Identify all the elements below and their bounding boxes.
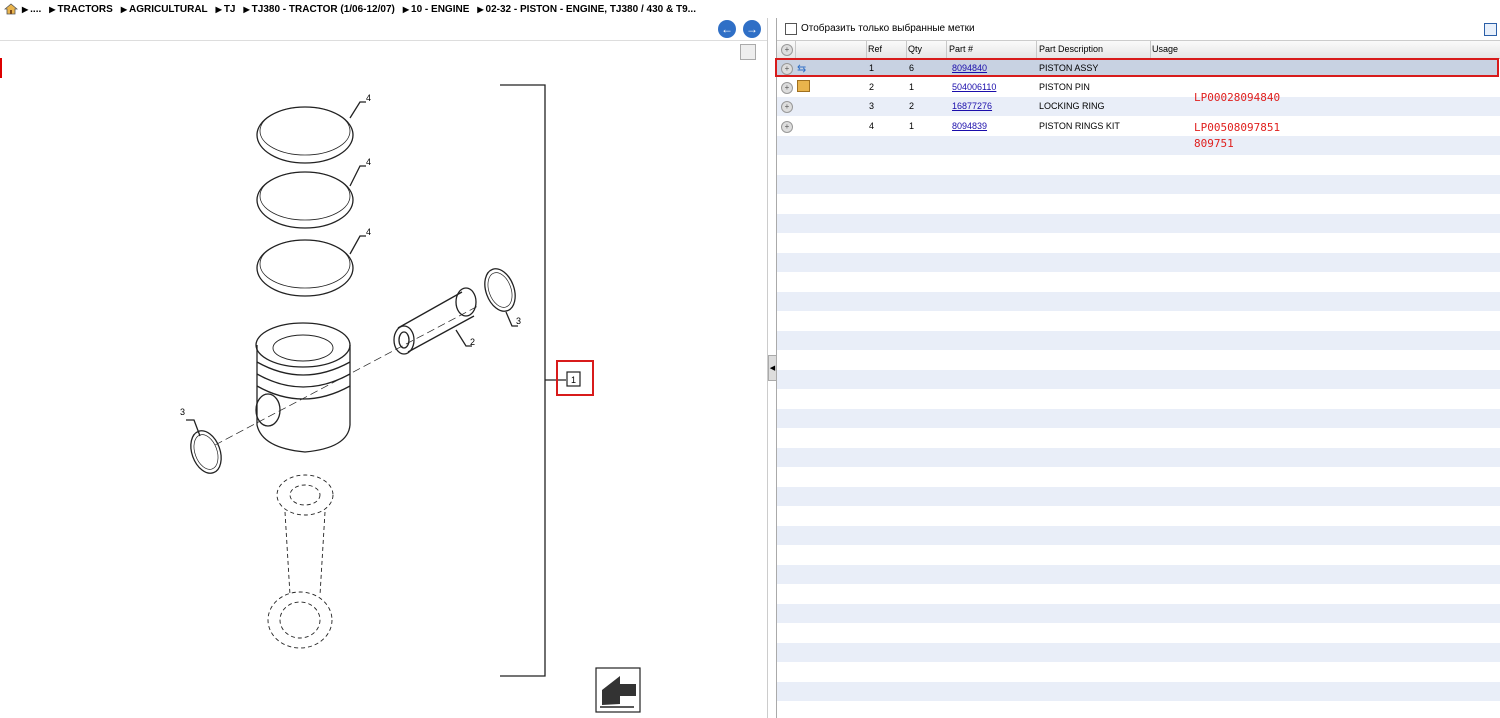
diagram-panel: ← → 4 4 4 3 2 3 1 — [0, 18, 768, 718]
table-header: + Ref Qty Part # Part Description Usage — [777, 40, 1500, 59]
cell-description: PISTON RINGS KIT — [1039, 121, 1120, 131]
breadcrumb: ▶.... ▶ TRACTORS ▶ AGRICULTURAL ▶ TJ ▶ TJ380… — [0, 0, 1500, 18]
callout-label: 3 — [180, 407, 185, 417]
linked-part-icon: ⇆ — [797, 63, 807, 75]
breadcrumb-item[interactable]: ▶ 10 - ENGINE — [403, 4, 470, 15]
cell-qty: 2 — [909, 101, 915, 111]
expand-row-icon[interactable]: + — [781, 63, 793, 75]
locking-ring — [484, 268, 516, 312]
callout-label: 4 — [366, 93, 371, 103]
cell-description: PISTON ASSY — [1039, 63, 1099, 73]
table-row[interactable]: + 4 1 8094839 PISTON RINGS KIT — [777, 117, 1500, 136]
breadcrumb-item[interactable]: ▶ TRACTORS — [49, 4, 113, 15]
callout-label: 4 — [366, 227, 371, 237]
grid-settings-icon[interactable] — [1484, 23, 1497, 36]
cell-ref: 1 — [869, 63, 875, 73]
column-header-usage[interactable]: Usage — [1152, 44, 1178, 54]
home-icon[interactable] — [4, 3, 18, 15]
exploded-diagram: 4 4 4 3 2 3 1 — [180, 84, 641, 713]
breadcrumb-item[interactable]: ▶.... — [22, 4, 41, 15]
return-arrow-icon — [595, 667, 641, 713]
filter-checkbox[interactable] — [785, 22, 797, 35]
cell-qty: 6 — [909, 63, 915, 73]
table-row[interactable]: + 2 1 504006110 PISTON PIN — [777, 78, 1500, 97]
cell-ref: 4 — [869, 121, 875, 131]
column-header-part[interactable]: Part # — [949, 44, 973, 54]
annotation-note: LP00028094840 — [1194, 91, 1281, 104]
connecting-rod — [276, 474, 334, 516]
annotation-note: LP00508097851 — [1194, 121, 1281, 134]
parts-panel: Отобразить только выбранные метки + Ref … — [775, 18, 1500, 718]
callout-label: 2 — [470, 337, 475, 347]
callout-label: 1 — [571, 375, 576, 385]
part-number-link[interactable]: 16877276 — [952, 101, 992, 111]
expand-row-icon[interactable]: + — [781, 101, 793, 113]
package-icon — [797, 80, 810, 92]
table-row[interactable]: + 3 2 16877276 LOCKING RING — [777, 97, 1500, 116]
filter-label: Отобразить только выбранные метки — [801, 23, 975, 34]
locking-ring — [190, 430, 222, 474]
column-header-description[interactable]: Part Description — [1039, 44, 1103, 54]
cell-qty: 1 — [909, 82, 915, 92]
column-header-ref[interactable]: Ref — [868, 44, 882, 54]
expand-row-icon[interactable]: + — [781, 121, 793, 133]
cell-description: PISTON PIN — [1039, 82, 1090, 92]
part-number-link[interactable]: 504006110 — [952, 82, 996, 92]
filter-bar: Отобразить только выбранные метки — [777, 18, 1500, 39]
breadcrumb-item[interactable]: ▶ 02-32 - PISTON - ENGINE, TJ380 / 430 & … — [477, 4, 696, 15]
breadcrumb-item[interactable]: ▶ TJ380 - TRACTOR (1/06-12/07) — [244, 4, 395, 15]
part-number-link[interactable]: 8094840 — [952, 63, 987, 73]
expand-all-icon[interactable]: + — [781, 44, 793, 56]
cell-description: LOCKING RING — [1039, 101, 1105, 111]
cell-ref: 3 — [869, 101, 875, 111]
breadcrumb-item[interactable]: ▶ TJ — [216, 4, 236, 15]
callout-label: 4 — [366, 157, 371, 167]
annotation-note: 809751 — [1194, 137, 1234, 150]
column-header-qty[interactable]: Qty — [908, 44, 922, 54]
breadcrumb-item[interactable]: ▶ AGRICULTURAL — [121, 4, 208, 15]
expand-row-icon[interactable]: + — [781, 82, 793, 94]
piston-pin — [397, 291, 475, 353]
cell-qty: 1 — [909, 121, 915, 131]
callout-label: 3 — [516, 316, 521, 326]
part-number-link[interactable]: 8094839 — [952, 121, 987, 131]
cell-ref: 2 — [869, 82, 875, 92]
table-row[interactable]: + ⇆ 1 6 8094840 PISTON ASSY — [777, 59, 1500, 78]
